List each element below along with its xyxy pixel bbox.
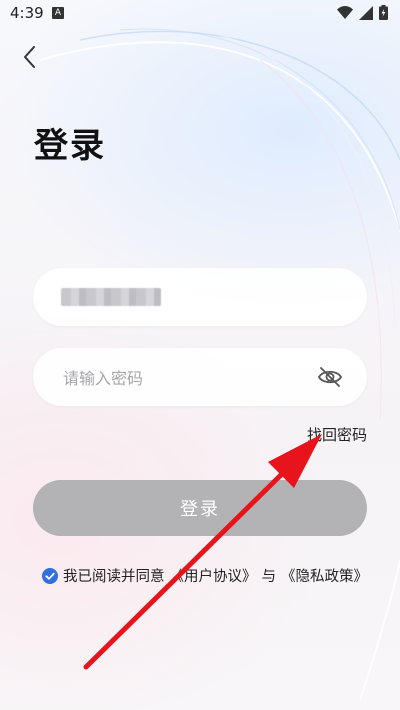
chevron-left-icon <box>24 46 35 68</box>
agreement-row: 我已阅读并同意 《用户协议》 与 《隐私政策》 <box>42 565 368 586</box>
password-field[interactable] <box>33 348 367 406</box>
battery-icon <box>379 5 388 20</box>
status-bar: 4:39 A <box>0 0 400 28</box>
forgot-password-link[interactable]: 找回密码 <box>307 424 367 445</box>
agreement-connector: 与 <box>261 569 277 585</box>
wifi-icon <box>337 6 353 19</box>
back-button[interactable] <box>16 42 46 72</box>
privacy-policy-link[interactable]: 《隐私政策》 <box>281 565 368 586</box>
status-icons <box>337 5 388 20</box>
notification-icon: A <box>52 7 64 19</box>
account-value-masked <box>61 288 161 306</box>
login-button[interactable]: 登录 <box>33 480 367 536</box>
user-agreement-link[interactable]: 《用户协议》 <box>170 565 257 586</box>
eye-off-icon[interactable] <box>317 365 343 389</box>
agreement-prefix: 我已阅读并同意 <box>63 569 165 585</box>
status-time: 4:39 <box>10 4 44 22</box>
checkbox-checked-icon[interactable] <box>42 567 58 584</box>
account-field[interactable] <box>33 268 367 326</box>
page-title: 登录 <box>34 126 106 166</box>
signal-icon <box>359 5 373 20</box>
password-input[interactable] <box>61 362 305 394</box>
